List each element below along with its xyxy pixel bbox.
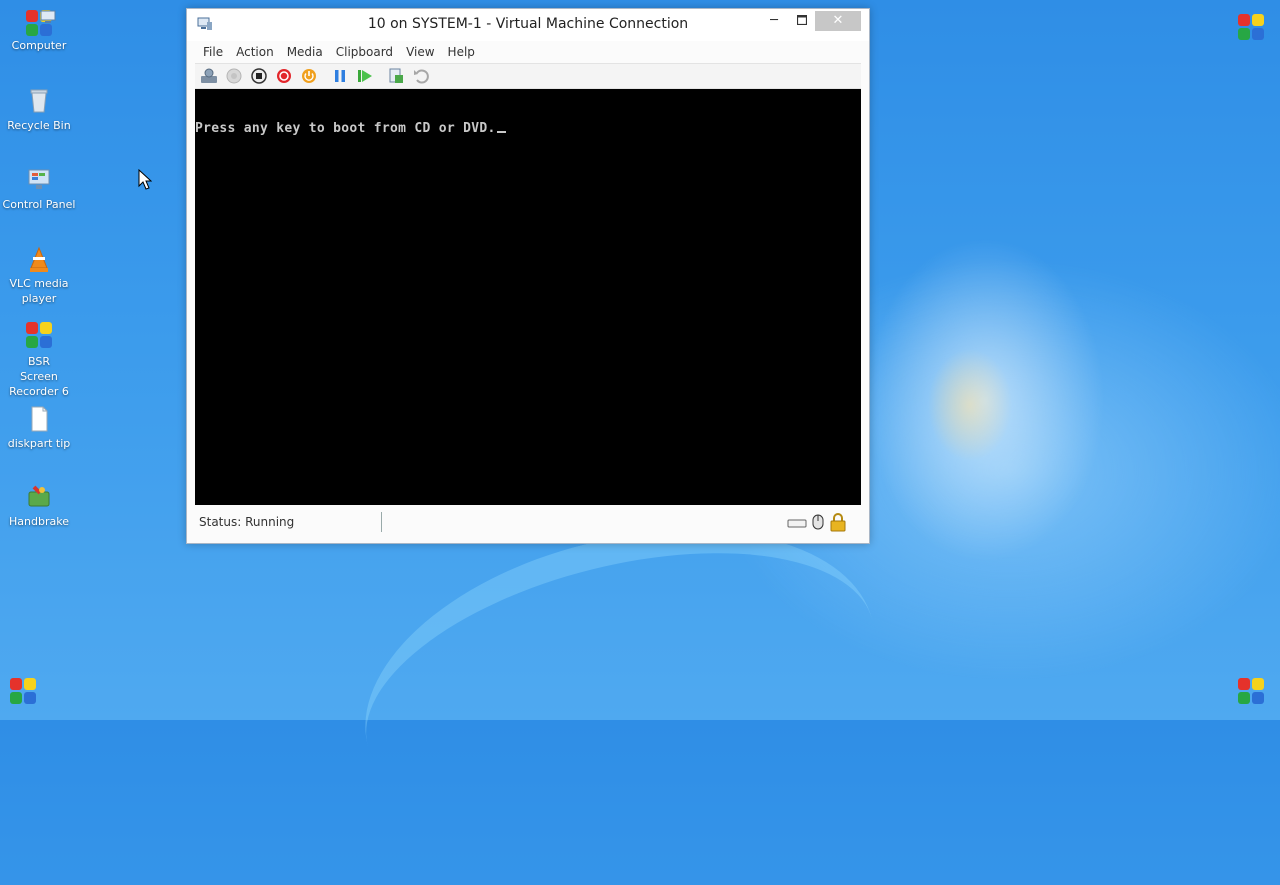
menu-clipboard[interactable]: Clipboard — [330, 45, 400, 59]
toolbar — [195, 63, 861, 89]
desktop-icon-computer[interactable]: Computer — [0, 8, 78, 53]
desktop-icon-diskpart[interactable]: diskpart tip — [0, 404, 78, 451]
bsr-recorder-icon — [24, 322, 54, 352]
turn-off-button[interactable] — [249, 66, 269, 86]
desktop-icon-control-panel[interactable]: Control Panel — [0, 165, 78, 212]
close-button[interactable]: ✕ — [815, 11, 861, 31]
corner-logo-icon — [1238, 12, 1264, 40]
mouse-pointer-icon — [138, 169, 152, 190]
corner-logo-icon — [10, 676, 36, 704]
desktop-icon-label: diskpart tip — [7, 437, 71, 450]
desktop-icon-handbrake[interactable]: Handbrake — [0, 482, 78, 529]
pause-button[interactable] — [330, 66, 350, 86]
save-icon — [302, 69, 316, 83]
vm-connection-window: 10 on SYSTEM-1 - Virtual Machine Connect… — [186, 8, 870, 544]
menu-view[interactable]: View — [400, 45, 441, 59]
maximize-button[interactable] — [789, 11, 815, 31]
revert-button[interactable] — [411, 66, 431, 86]
desktop-icon-vlc[interactable]: VLC media player — [0, 244, 78, 306]
desktop-icon-label: Handbrake — [9, 515, 69, 528]
desktop-icon-label: Computer — [11, 39, 67, 52]
ctrl-alt-del-icon — [201, 68, 217, 83]
checkpoint-icon — [389, 68, 403, 83]
minimize-button[interactable]: ─ — [761, 11, 787, 31]
save-button[interactable] — [299, 66, 319, 86]
maximize-icon — [796, 14, 808, 26]
revert-icon — [414, 69, 429, 84]
status-bar: Status: Running — [195, 509, 861, 535]
vlc-cone-icon — [24, 244, 54, 274]
computer-icon — [24, 10, 56, 40]
turn-off-icon — [251, 68, 267, 84]
start-button[interactable] — [224, 66, 244, 86]
status-icons — [787, 512, 861, 532]
desktop-icon-recycle-bin[interactable]: Recycle Bin — [0, 86, 78, 133]
status-text: Status: Running — [195, 512, 382, 532]
desktop-icon-bsr[interactable]: BSR Screen Recorder 6 — [0, 322, 78, 399]
lock-icon — [830, 513, 846, 532]
reset-icon — [358, 70, 372, 82]
reset-button[interactable] — [355, 66, 375, 86]
title-bar[interactable]: 10 on SYSTEM-1 - Virtual Machine Connect… — [187, 9, 869, 41]
ctrl-alt-del-button[interactable] — [199, 66, 219, 86]
close-icon: ✕ — [832, 13, 844, 28]
recycle-bin-icon — [24, 86, 54, 116]
menu-file[interactable]: File — [197, 45, 230, 59]
menu-media[interactable]: Media — [281, 45, 330, 59]
desktop-icon-label: VLC media player — [9, 277, 69, 305]
console-message: Press any key to boot from CD or DVD. — [195, 121, 496, 136]
minimize-icon: ─ — [770, 13, 778, 28]
checkpoint-button[interactable] — [386, 66, 406, 86]
shut-down-icon — [277, 69, 291, 83]
keyboard-icon — [787, 519, 807, 528]
text-cursor — [496, 131, 506, 133]
handbrake-icon — [24, 482, 54, 512]
text-document-icon — [24, 404, 54, 434]
start-icon — [226, 68, 242, 84]
desktop-icon-label: BSR Screen Recorder 6 — [9, 355, 69, 398]
menu-help[interactable]: Help — [442, 45, 482, 59]
control-panel-icon — [24, 165, 54, 195]
desktop-icon-label: Recycle Bin — [7, 119, 71, 132]
desktop-icon-label: Control Panel — [2, 198, 76, 211]
menu-bar: File Action Media Clipboard View Help — [187, 41, 869, 63]
vm-console-screen[interactable]: Press any key to boot from CD or DVD. — [195, 89, 861, 505]
mouse-icon — [812, 514, 824, 530]
menu-action[interactable]: Action — [230, 45, 281, 59]
shut-down-button[interactable] — [274, 66, 294, 86]
console-text: Press any key to boot from CD or DVD. — [195, 121, 506, 136]
corner-logo-icon — [1238, 676, 1264, 704]
pause-icon — [335, 70, 345, 82]
